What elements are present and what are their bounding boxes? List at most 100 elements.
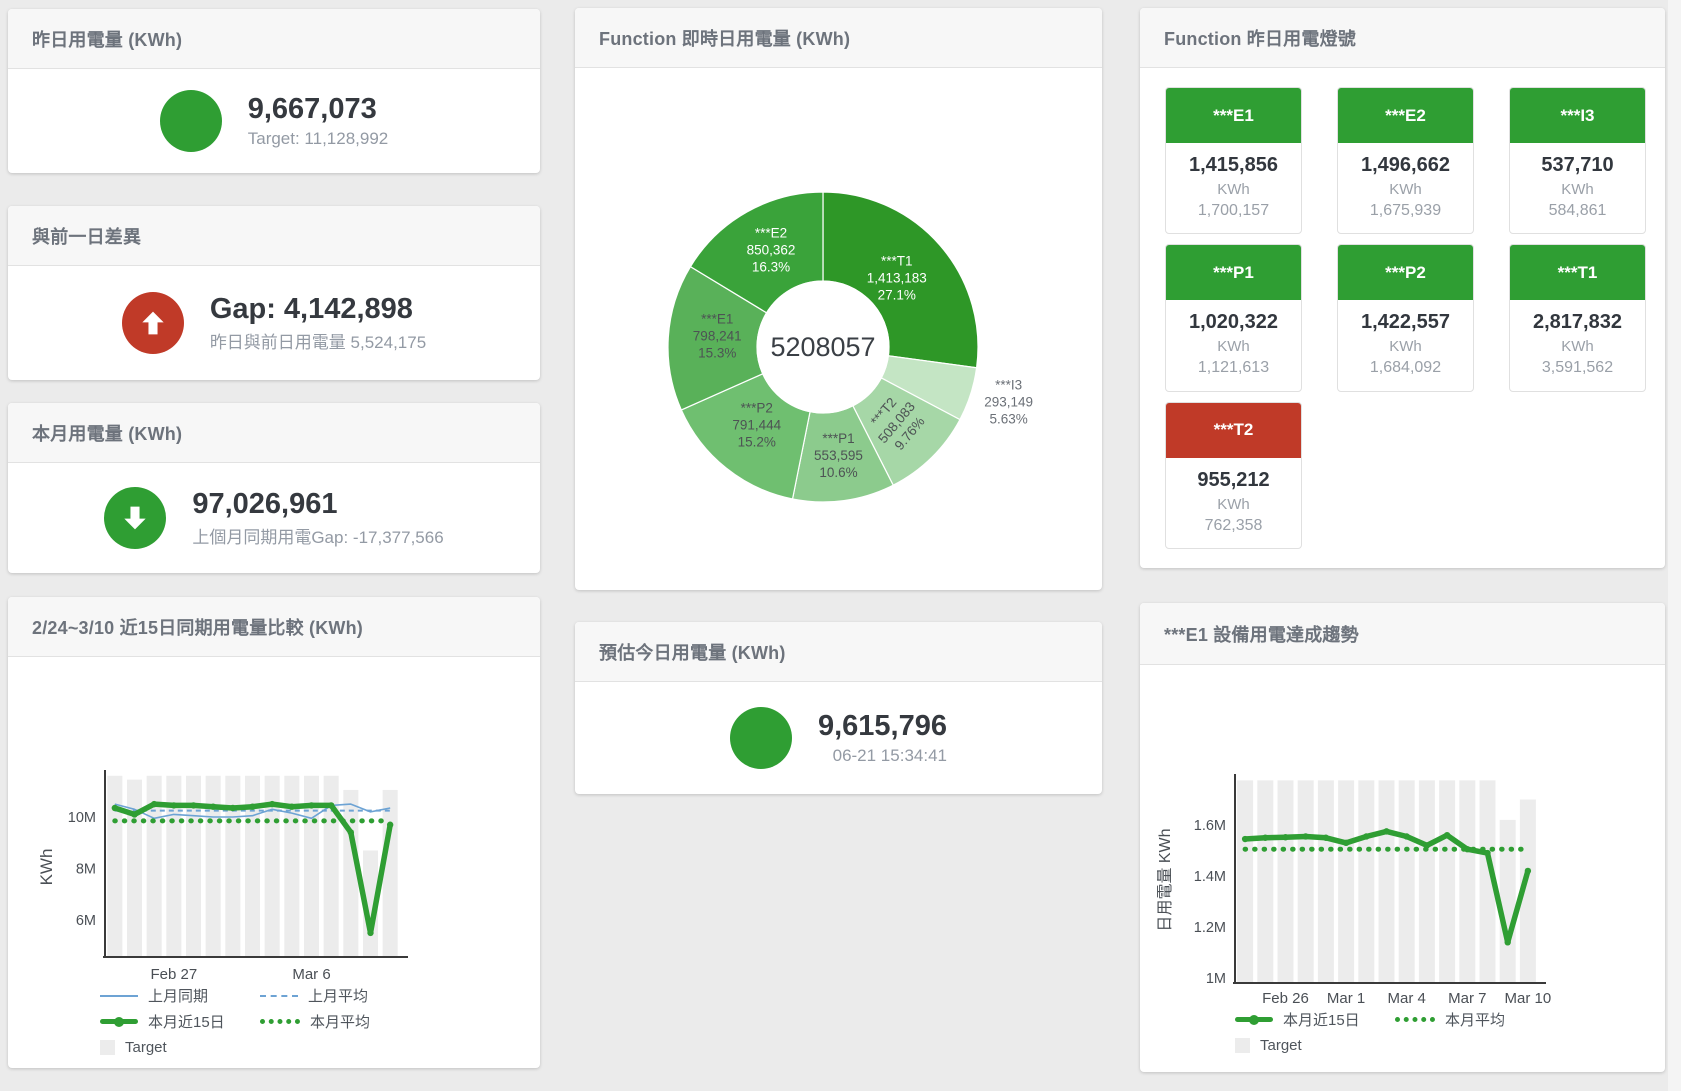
tile-value: 1,415,856	[1166, 152, 1301, 179]
panel-header: 2/24~3/10 近15日同期用電量比較 (KWh)	[8, 597, 540, 657]
device-tile-p1: ***P1 1,020,322 KWh 1,121,613	[1165, 244, 1302, 391]
panel-prev-day-gap: 與前一日差異 Gap: 4,142,898 昨日與前日用電量 5,524,175	[8, 206, 540, 380]
tile-unit: KWh	[1166, 179, 1301, 200]
panel-title: 昨日用電量 (KWh)	[32, 26, 182, 52]
tile-target: 3,591,562	[1510, 357, 1645, 379]
stat-subtitle: Target: 11,128,992	[248, 129, 389, 149]
tile-value: 1,422,557	[1338, 309, 1473, 336]
panel-e1-trend: ***E1 設備用電達成趨勢 1M 1.2M 1.4M 1.6M Feb 26 Mar 1…	[1140, 603, 1665, 1072]
legend-item[interactable]: 本月近15日	[100, 1011, 260, 1032]
panel-header: ***E1 設備用電達成趨勢	[1140, 603, 1665, 665]
panel-header: Function 即時日用電量 (KWh)	[575, 8, 1102, 68]
chart-legend: 本月近15日 本月平均 Target	[1235, 1009, 1505, 1056]
tile-unit: KWh	[1338, 336, 1473, 357]
panel-title: 本月用電量 (KWh)	[32, 420, 182, 446]
tile-unit: KWh	[1510, 336, 1645, 357]
tile-unit: KWh	[1510, 179, 1645, 200]
device-tile-e2: ***E2 1,496,662 KWh 1,675,939	[1337, 87, 1474, 234]
svg-text:10M: 10M	[68, 810, 96, 826]
line-thick-swatch-icon	[1235, 1017, 1273, 1022]
device-tile-header: ***P1	[1166, 245, 1301, 300]
stat-subtitle: 昨日與前日用電量 5,524,175	[210, 328, 426, 353]
svg-text:Mar 6: Mar 6	[292, 966, 330, 983]
panel-title: ***E1 設備用電達成趨勢	[1164, 621, 1359, 647]
stat-value: 97,026,961	[192, 487, 443, 522]
stat-value: 9,667,073	[248, 92, 389, 127]
status-circle-icon	[160, 90, 222, 152]
tile-target: 584,861	[1510, 200, 1645, 222]
panel-realtime-usage: Function 即時日用電量 (KWh) ***T11,413,18327.1…	[575, 8, 1102, 590]
panel-today-estimate: 預估今日用電量 (KWh) 9,615,796 06-21 15:34:41	[575, 622, 1102, 794]
legend-item[interactable]: Target	[1235, 1035, 1395, 1056]
svg-text:日用電量 KWh: 日用電量 KWh	[1157, 828, 1174, 931]
tile-target: 762,358	[1166, 515, 1301, 537]
status-circle-icon	[730, 707, 792, 769]
panel-title: Function 即時日用電量 (KWh)	[599, 25, 850, 51]
legend-item[interactable]: 上月平均	[260, 985, 370, 1006]
svg-text:1.6M: 1.6M	[1194, 818, 1226, 834]
legend-item[interactable]: 本月平均	[1395, 1009, 1505, 1030]
scrollbar-track[interactable]	[1668, 0, 1681, 1091]
line-dotted-swatch-icon	[1395, 1017, 1435, 1022]
tile-target: 1,700,157	[1166, 200, 1301, 222]
panel-title: 2/24~3/10 近15日同期用電量比較 (KWh)	[32, 614, 363, 640]
device-tile-p2: ***P2 1,422,557 KWh 1,684,092	[1337, 244, 1474, 391]
device-tile-header: ***E2	[1338, 88, 1473, 143]
svg-text:1.2M: 1.2M	[1194, 920, 1226, 936]
svg-text:1.4M: 1.4M	[1194, 869, 1226, 885]
device-tile-header: ***E1	[1166, 88, 1301, 143]
target-swatch-icon	[100, 1040, 115, 1055]
legend-item[interactable]: 上月同期	[100, 985, 260, 1006]
tile-target: 1,684,092	[1338, 357, 1473, 379]
stat-value: Gap: 4,142,898	[210, 292, 426, 327]
tile-unit: KWh	[1166, 494, 1301, 515]
stat-value: 9,615,796	[818, 709, 947, 744]
panel-yesterday-usage: 昨日用電量 (KWh) 9,667,073 Target: 11,128,992	[8, 9, 540, 173]
arrow-down-circle-icon	[104, 487, 166, 549]
device-tile-t1: ***T1 2,817,832 KWh 3,591,562	[1509, 244, 1646, 391]
line-dashed-swatch-icon	[260, 995, 298, 997]
svg-text:Mar 10: Mar 10	[1505, 990, 1552, 1007]
panel-header: 預估今日用電量 (KWh)	[575, 622, 1102, 682]
svg-text:1M: 1M	[1206, 971, 1226, 987]
tile-value: 1,020,322	[1166, 309, 1301, 336]
legend-item[interactable]: 本月平均	[260, 1011, 370, 1032]
tile-value: 2,817,832	[1510, 309, 1645, 336]
tile-unit: KWh	[1338, 179, 1473, 200]
device-tile-e1: ***E1 1,415,856 KWh 1,700,157	[1165, 87, 1302, 234]
svg-text:KWh: KWh	[37, 849, 56, 886]
device-tile-t2: ***T2 955,212 KWh 762,358	[1165, 402, 1302, 549]
svg-text:Feb 26: Feb 26	[1262, 990, 1309, 1007]
device-tile-grid: ***E1 1,415,856 KWh 1,700,157 ***E2 1,49…	[1140, 68, 1665, 568]
realtime-usage-donut-chart[interactable]: ***T11,413,18327.1%***I3293,1495.63%***T…	[575, 68, 1102, 590]
legend-item[interactable]: 本月近15日	[1235, 1009, 1395, 1030]
panel-header: 本月用電量 (KWh)	[8, 403, 540, 463]
svg-text:Mar 1: Mar 1	[1327, 990, 1365, 1007]
device-tile-header: ***P2	[1338, 245, 1473, 300]
panel-title: 與前一日差異	[32, 223, 141, 249]
target-swatch-icon	[1235, 1038, 1250, 1053]
dashboard: 昨日用電量 (KWh) 9,667,073 Target: 11,128,992…	[0, 0, 1681, 1091]
device-tile-header: ***T1	[1510, 245, 1645, 300]
device-tile-header: ***I3	[1510, 88, 1645, 143]
stat-subtitle: 上個月同期用電Gap: -17,377,566	[192, 523, 443, 548]
line-thick-swatch-icon	[100, 1019, 138, 1024]
svg-text:6M: 6M	[76, 913, 96, 929]
panel-header: 與前一日差異	[8, 206, 540, 266]
tile-value: 1,496,662	[1338, 152, 1473, 179]
panel-yesterday-lights: Function 昨日用電燈號 ***E1 1,415,856 KWh 1,70…	[1140, 8, 1665, 568]
tile-target: 1,675,939	[1338, 200, 1473, 222]
chart-legend: 上月同期 上月平均 本月近15日 本月平均 Target	[100, 985, 370, 1058]
panel-header: 昨日用電量 (KWh)	[8, 9, 540, 69]
arrow-up-circle-icon	[122, 292, 184, 354]
device-tile-i3: ***I3 537,710 KWh 584,861	[1509, 87, 1646, 234]
panel-title: Function 昨日用電燈號	[1164, 25, 1356, 51]
svg-text:Feb 27: Feb 27	[150, 966, 197, 983]
svg-text:5208057: 5208057	[770, 332, 875, 362]
panel-title: 預估今日用電量 (KWh)	[599, 639, 786, 665]
panel-compare-15d: 2/24~3/10 近15日同期用電量比較 (KWh) 6M8M10MFeb 2…	[8, 597, 540, 1068]
legend-item[interactable]: Target	[100, 1037, 260, 1058]
svg-text:Mar 7: Mar 7	[1448, 990, 1486, 1007]
tile-unit: KWh	[1166, 336, 1301, 357]
svg-text:***I3293,1495.63%: ***I3293,1495.63%	[984, 378, 1033, 427]
